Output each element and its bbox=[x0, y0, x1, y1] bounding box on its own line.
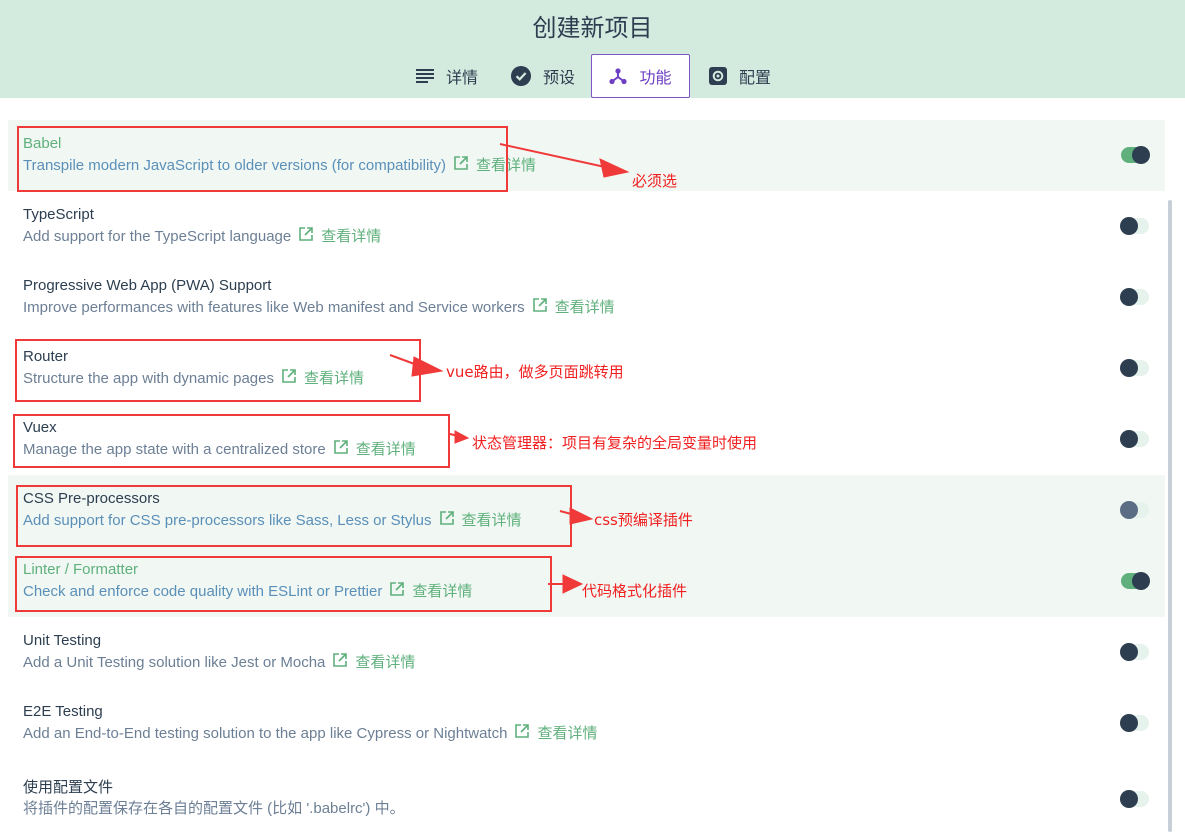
annotation-box-router bbox=[15, 339, 421, 402]
details-icon bbox=[415, 69, 434, 83]
settings-icon bbox=[708, 67, 727, 85]
toggle-knob bbox=[1132, 572, 1150, 590]
feature-toggle[interactable] bbox=[1121, 146, 1150, 164]
feature-toggle[interactable] bbox=[1120, 790, 1149, 808]
tab-presets-label: 预设 bbox=[542, 70, 575, 87]
toggle-knob bbox=[1132, 146, 1150, 164]
toggle-knob bbox=[1120, 501, 1138, 519]
feature-toggle[interactable] bbox=[1120, 430, 1149, 448]
feature-toggle[interactable] bbox=[1120, 643, 1149, 661]
feature-description: Add a Unit Testing solution like Jest or… bbox=[23, 653, 326, 671]
check-circle-icon bbox=[510, 66, 531, 86]
toggle-knob bbox=[1120, 714, 1138, 732]
annotation-box-linter bbox=[15, 556, 552, 612]
feature-toggle[interactable] bbox=[1120, 501, 1149, 519]
more-info-link[interactable]: 查看详情 bbox=[555, 299, 615, 317]
feature-description: Improve performances with features like … bbox=[23, 298, 525, 316]
toggle-knob bbox=[1120, 430, 1138, 448]
feature-row-e2e-testing[interactable]: E2E Testing Add an End-to-End testing so… bbox=[8, 688, 1165, 759]
tab-features[interactable]: 功能 bbox=[591, 54, 690, 98]
page-title: 创建新项目 bbox=[532, 15, 653, 42]
toggle-knob bbox=[1120, 790, 1138, 808]
more-info-link[interactable]: 查看详情 bbox=[321, 228, 381, 246]
toggle-knob bbox=[1120, 643, 1138, 661]
header: 创建新项目 详情 预设 功能 配置 bbox=[0, 0, 1185, 98]
feature-name: 使用配置文件 bbox=[23, 779, 114, 796]
more-info-link[interactable]: 查看详情 bbox=[537, 725, 597, 743]
toggle-knob bbox=[1120, 288, 1138, 306]
annotation-babel: 必须选 bbox=[632, 172, 678, 190]
toggle-knob bbox=[1120, 359, 1138, 377]
tab-presets[interactable]: 预设 bbox=[500, 54, 586, 98]
feature-toggle[interactable] bbox=[1120, 217, 1149, 235]
feature-description: Add support for the TypeScript language bbox=[23, 227, 292, 245]
more-info-link[interactable]: 查看详情 bbox=[355, 654, 415, 672]
annotation-box-babel bbox=[17, 126, 508, 192]
external-link-icon[interactable] bbox=[515, 724, 530, 743]
annotation-router: vue路由，做多页面跳转用 bbox=[446, 363, 624, 381]
feature-row-typescript[interactable]: TypeScript Add support for the TypeScrip… bbox=[8, 191, 1165, 262]
features-icon bbox=[609, 67, 628, 85]
tab-details[interactable]: 详情 bbox=[404, 54, 490, 98]
feature-name: TypeScript bbox=[23, 206, 94, 223]
tab-features-label: 功能 bbox=[639, 70, 672, 87]
feature-row-config-files[interactable]: 使用配置文件 将插件的配置保存在各自的配置文件 (比如 '.babelrc') … bbox=[8, 759, 1165, 830]
toggle-knob bbox=[1120, 217, 1138, 235]
feature-list: Babel Transpile modern JavaScript to old… bbox=[8, 120, 1165, 830]
feature-name: Unit Testing bbox=[23, 632, 102, 649]
annotation-box-css bbox=[16, 485, 572, 547]
annotation-vuex: 状态管理器：项目有复杂的全局变量时使用 bbox=[472, 434, 758, 452]
annotation-css: css预编译插件 bbox=[594, 511, 693, 529]
tab-details-label: 详情 bbox=[445, 70, 478, 87]
external-link-icon[interactable] bbox=[333, 653, 348, 672]
feature-toggle[interactable] bbox=[1120, 288, 1149, 306]
feature-toggle[interactable] bbox=[1120, 359, 1149, 377]
feature-description: Add an End-to-End testing solution to th… bbox=[23, 724, 508, 742]
tab-config-label: 配置 bbox=[738, 70, 771, 87]
feature-row-unit-testing[interactable]: Unit Testing Add a Unit Testing solution… bbox=[8, 617, 1165, 688]
scrollbar[interactable] bbox=[1168, 200, 1172, 832]
tab-config[interactable]: 配置 bbox=[700, 54, 780, 98]
annotation-box-vuex bbox=[13, 414, 450, 468]
tab-bar: 详情 预设 功能 配置 bbox=[0, 54, 1185, 98]
annotation-linter: 代码格式化插件 bbox=[582, 582, 688, 600]
feature-toggle[interactable] bbox=[1121, 572, 1150, 590]
feature-name: E2E Testing bbox=[23, 703, 103, 720]
feature-toggle[interactable] bbox=[1120, 714, 1149, 732]
feature-description: 将插件的配置保存在各自的配置文件 (比如 '.babelrc') 中。 bbox=[23, 800, 405, 817]
external-link-icon[interactable] bbox=[532, 298, 547, 317]
external-link-icon[interactable] bbox=[299, 227, 314, 246]
feature-name: Progressive Web App (PWA) Support bbox=[23, 277, 272, 294]
feature-row-pwa[interactable]: Progressive Web App (PWA) Support Improv… bbox=[8, 262, 1165, 333]
